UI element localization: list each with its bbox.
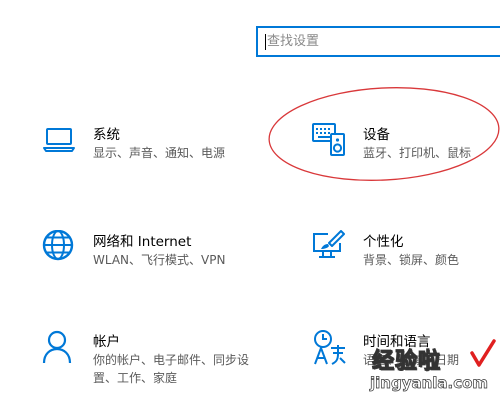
globe-icon <box>42 230 74 261</box>
tile-description: 语音、区域、日期 <box>363 353 460 367</box>
paint-brush-monitor-icon <box>313 230 345 258</box>
tile-system[interactable]: 系统 显示、声音、通知、电源 <box>42 123 242 165</box>
tile-title: 网络和 Internet <box>93 234 192 250</box>
keyboard-speaker-icon <box>312 123 345 156</box>
tile-title: 系统 <box>93 127 120 143</box>
tile-description: WLAN、飞行模式、VPN <box>93 253 226 267</box>
laptop-icon <box>43 128 75 152</box>
tile-title: 个性化 <box>363 234 404 250</box>
tile-title: 时间和语言 <box>363 334 431 350</box>
time-language-icon <box>314 330 346 365</box>
search-box[interactable] <box>256 26 500 57</box>
tile-title: 帐户 <box>93 334 120 350</box>
tile-description: 蓝牙、打印机、鼠标 <box>363 146 472 160</box>
tile-personalization[interactable]: 个性化 背景、锁屏、颜色 <box>312 230 482 272</box>
tile-description: 显示、声音、通知、电源 <box>93 146 226 160</box>
tile-network-internet[interactable]: 网络和 Internet WLAN、飞行模式、VPN <box>42 230 242 272</box>
tile-devices[interactable]: 设备 蓝牙、打印机、鼠标 <box>312 123 482 165</box>
tile-title: 设备 <box>363 127 390 143</box>
search-input[interactable] <box>258 28 500 55</box>
tile-description: 背景、锁屏、颜色 <box>363 253 460 267</box>
person-icon <box>42 330 72 364</box>
tile-description: 你的帐户、电子邮件、同步设置、工作、家庭 <box>93 353 250 385</box>
tile-time-language[interactable]: 时间和语言 语音、区域、日期 <box>312 330 492 390</box>
tile-accounts[interactable]: 帐户 你的帐户、电子邮件、同步设置、工作、家庭 <box>42 330 252 390</box>
text-caret <box>265 34 266 50</box>
